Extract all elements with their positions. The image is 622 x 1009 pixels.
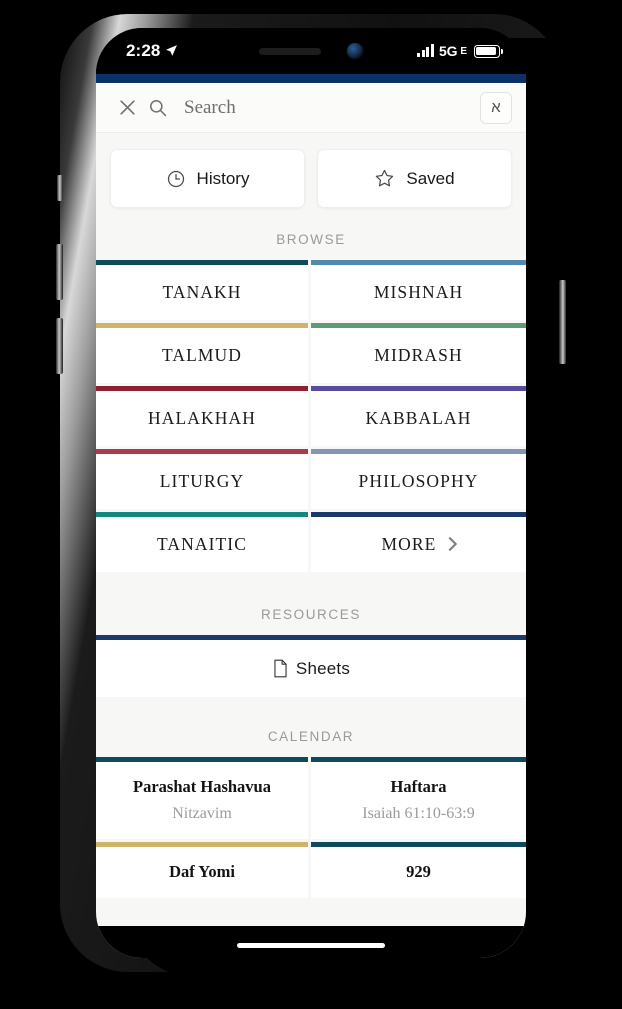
browse-item-kabbalah[interactable]: KABBALAH: [311, 386, 526, 449]
resources-section-title: RESOURCES: [261, 607, 361, 622]
top-accent-strip: [96, 74, 526, 83]
category-label-row: PHILOSOPHY: [311, 454, 526, 509]
calendar-item-title: Parashat Hashavua: [133, 777, 271, 796]
location-arrow-icon: [166, 44, 178, 56]
category-label-row: TALMUD: [96, 328, 308, 383]
phone-screen: 2:28 5G E Search א History Saved BROWSE …: [96, 28, 526, 958]
category-label-row: KABBALAH: [311, 391, 526, 446]
status-bar-left: 2:28: [126, 41, 178, 61]
signal-strength-icon: [417, 44, 435, 57]
calendar-item-haftara[interactable]: Haftara Isaiah 61:10-63:9: [311, 757, 526, 842]
browse-grid: TANAKH MISHNAH TALMUD MIDRASH HALAKHAH KABBAL…: [96, 260, 526, 575]
category-label-row: TANAITIC: [96, 517, 308, 572]
home-bar-background: [96, 926, 526, 958]
calendar-section-title: CALENDAR: [267, 729, 355, 744]
sheets-label-row: Sheets: [96, 640, 526, 697]
saved-button[interactable]: Saved: [317, 149, 512, 208]
power-button[interactable]: [559, 280, 566, 364]
browse-item-liturgy[interactable]: LITURGY: [96, 449, 311, 512]
browse-item-halakhah[interactable]: HALAKHAH: [96, 386, 311, 449]
calendar-item-body: 929: [311, 847, 526, 898]
sheets-label: Sheets: [295, 658, 351, 678]
search-icon[interactable]: [142, 93, 172, 123]
mute-switch-button[interactable]: [57, 175, 63, 201]
category-label: MIDRASH: [374, 345, 463, 365]
calendar-item-body: Haftara Isaiah 61:10-63:9: [311, 762, 526, 839]
close-icon-glyph: [119, 100, 135, 115]
status-bar: 2:28 5G E: [96, 28, 526, 74]
category-label-row: MISHNAH: [311, 265, 526, 320]
section-spacer-2: [96, 697, 526, 723]
close-icon[interactable]: [112, 93, 142, 123]
calendar-item-body: Daf Yomi: [96, 847, 308, 898]
status-bar-right: 5G E: [417, 43, 503, 59]
calendar-item-title: 929: [406, 862, 431, 881]
star-icon: [376, 169, 394, 187]
browse-item-tanaitic[interactable]: TANAITIC: [96, 512, 311, 575]
browse-item-tanakh[interactable]: TANAKH: [96, 260, 311, 323]
category-label: HALAKHAH: [148, 408, 256, 428]
browse-item-talmud[interactable]: TALMUD: [96, 323, 311, 386]
status-time: 2:28: [126, 41, 161, 60]
search-icon-glyph: [149, 100, 166, 117]
category-label-row: MORE: [311, 517, 526, 572]
category-label: TANAKH: [162, 282, 242, 302]
volume-down-button[interactable]: [56, 318, 63, 374]
browse-item-midrash[interactable]: MIDRASH: [311, 323, 526, 386]
chevron-right-icon: [443, 536, 458, 552]
category-label: LITURGY: [159, 471, 245, 491]
category-label-row: HALAKHAH: [96, 391, 308, 446]
network-sub-label: E: [460, 45, 467, 57]
calendar-grid: Parashat Hashavua Nitzavim Haftara Isaiah 6…: [96, 757, 526, 901]
category-label-row: MIDRASH: [311, 328, 526, 383]
battery-icon: [474, 44, 503, 58]
language-toggle-button[interactable]: א: [480, 91, 512, 124]
calendar-item-929[interactable]: 929: [311, 842, 526, 901]
calendar-item-title: Haftara: [390, 777, 447, 796]
category-label: TALMUD: [161, 345, 243, 365]
category-label: TANAITIC: [156, 534, 248, 554]
calendar-item-title: Daf Yomi: [169, 862, 235, 881]
history-label: History: [196, 168, 250, 188]
section-spacer: [96, 575, 526, 601]
network-type-label: 5G: [439, 43, 458, 59]
category-label: MISHNAH: [373, 282, 464, 302]
document-icon: [274, 659, 287, 678]
calendar-item-subtitle: Isaiah 61:10-63:9: [362, 805, 475, 822]
calendar-item-parashat-hashavua[interactable]: Parashat Hashavua Nitzavim: [96, 757, 311, 842]
category-label: KABBALAH: [365, 408, 472, 428]
home-indicator[interactable]: [237, 943, 385, 948]
category-label: MORE: [381, 534, 437, 554]
category-label-row: TANAKH: [96, 265, 308, 320]
browse-section-title: BROWSE: [276, 232, 346, 247]
calendar-item-daf-yomi[interactable]: Daf Yomi: [96, 842, 311, 901]
calendar-item-subtitle: Nitzavim: [172, 805, 232, 822]
category-label-row: LITURGY: [96, 454, 308, 509]
sheets-card[interactable]: Sheets: [96, 635, 526, 697]
clock-icon: [167, 170, 184, 187]
app-content: Search א History Saved BROWSE TANAKH MIS…: [96, 74, 526, 958]
saved-label: Saved: [406, 168, 455, 188]
history-button[interactable]: History: [110, 149, 305, 208]
search-header: Search א: [96, 83, 526, 133]
browse-item-philosophy[interactable]: PHILOSOPHY: [311, 449, 526, 512]
search-input[interactable]: Search: [184, 97, 480, 119]
quick-actions-row: History Saved: [96, 133, 526, 226]
category-label: PHILOSOPHY: [358, 471, 479, 491]
volume-up-button[interactable]: [56, 244, 63, 300]
browse-item-mishnah[interactable]: MISHNAH: [311, 260, 526, 323]
browse-item-more[interactable]: MORE: [311, 512, 526, 575]
calendar-item-body: Parashat Hashavua Nitzavim: [96, 762, 308, 839]
screenshot-stage: 2:28 5G E Search א History Saved BROWSE …: [0, 0, 622, 1009]
